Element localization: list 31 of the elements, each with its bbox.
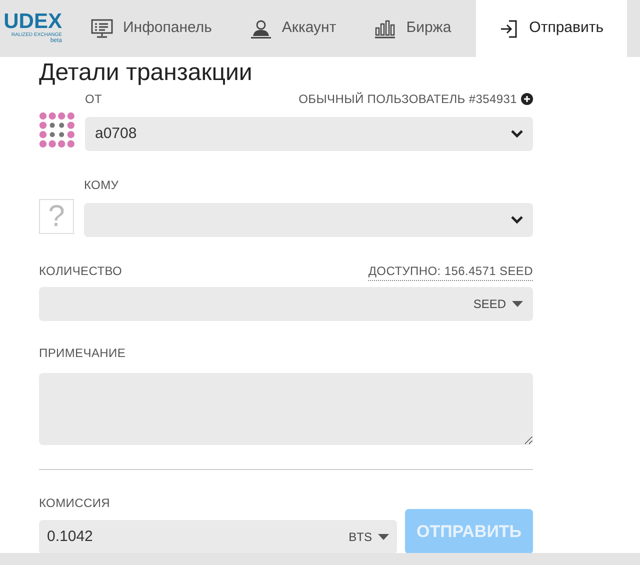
page-heading: Детали транзакции [39,58,252,87]
nav-tab[interactable]: Биржа [355,0,470,57]
to-label: КОМУ [84,177,119,194]
account-select[interactable]: a0708 [85,117,533,151]
sign-in-icon [499,18,520,38]
nav-tab[interactable]: Отправить [476,0,627,57]
amount-label: КОЛИЧЕСТВО [39,263,122,280]
recipient-select[interactable] [84,203,533,237]
logo-text: UDEX [4,11,62,32]
caret-down-icon [378,534,389,540]
asset-selector[interactable]: SEED [473,295,523,313]
plus-circle-icon[interactable] [521,93,533,105]
chevron-down-icon [511,216,523,224]
fee-field[interactable]: 0.1042 BTS [39,520,397,554]
fee-label: КОМИССИЯ [39,495,112,512]
memo-label: ПРИМЕЧАНИЕ [39,345,126,362]
caret-down-icon [512,301,523,307]
memo-field[interactable] [39,373,533,445]
chevron-down-icon [511,130,523,138]
person-icon [250,18,272,38]
nav-tab[interactable]: Аккаунт [230,0,356,57]
unknown-avatar: ? [39,199,74,234]
identicon [39,112,75,148]
fee-asset-selector[interactable]: BTS [348,528,389,546]
nav-tab[interactable]: Инфопанель [72,0,231,57]
bar-chart-icon [374,18,396,38]
available-balance-link[interactable]: ДОСТУПНО: 156.4571 SEED [368,262,533,280]
from-label: ОТ [85,91,102,108]
monitor-icon [91,18,113,38]
user-info: ОБЫЧНЫЙ ПОЛЬЗОВАТЕЛЬ #354931 [298,91,517,108]
amount-field[interactable]: SEED [39,287,533,321]
